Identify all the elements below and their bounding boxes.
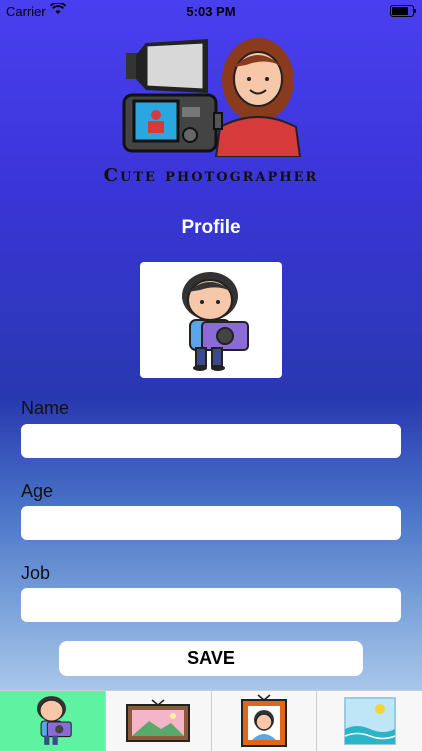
status-bar: Carrier 5:03 PM — [0, 0, 422, 22]
status-time: 5:03 PM — [186, 4, 236, 19]
name-input[interactable] — [21, 424, 401, 458]
portrait-frame-icon — [240, 694, 287, 747]
tab-bar — [0, 690, 422, 751]
age-input[interactable] — [21, 506, 401, 540]
tab-seascape[interactable] — [317, 691, 422, 751]
photographer-icon — [37, 696, 73, 745]
age-label: Age — [21, 481, 54, 501]
tab-profile[interactable] — [0, 691, 106, 751]
photographer-logo-illustration — [122, 38, 302, 157]
battery-fill — [392, 7, 409, 15]
job-input[interactable] — [21, 588, 401, 622]
brand-title: Cute photographer — [103, 165, 319, 186]
save-button[interactable]: SAVE — [59, 641, 363, 676]
tab-gallery[interactable] — [106, 691, 212, 751]
photographer-avatar-icon — [182, 272, 249, 371]
app-screen: Carrier 5:03 PM Cute photographer Profil… — [0, 0, 422, 751]
job-label: Job — [21, 563, 51, 583]
seascape-picture-icon — [343, 697, 396, 745]
battery-icon — [390, 5, 416, 17]
landscape-picture-icon — [126, 699, 191, 742]
profile-avatar-button[interactable] — [140, 262, 282, 378]
name-label: Name — [21, 398, 70, 418]
tab-portrait[interactable] — [212, 691, 318, 751]
page-title: Profile — [181, 217, 241, 238]
